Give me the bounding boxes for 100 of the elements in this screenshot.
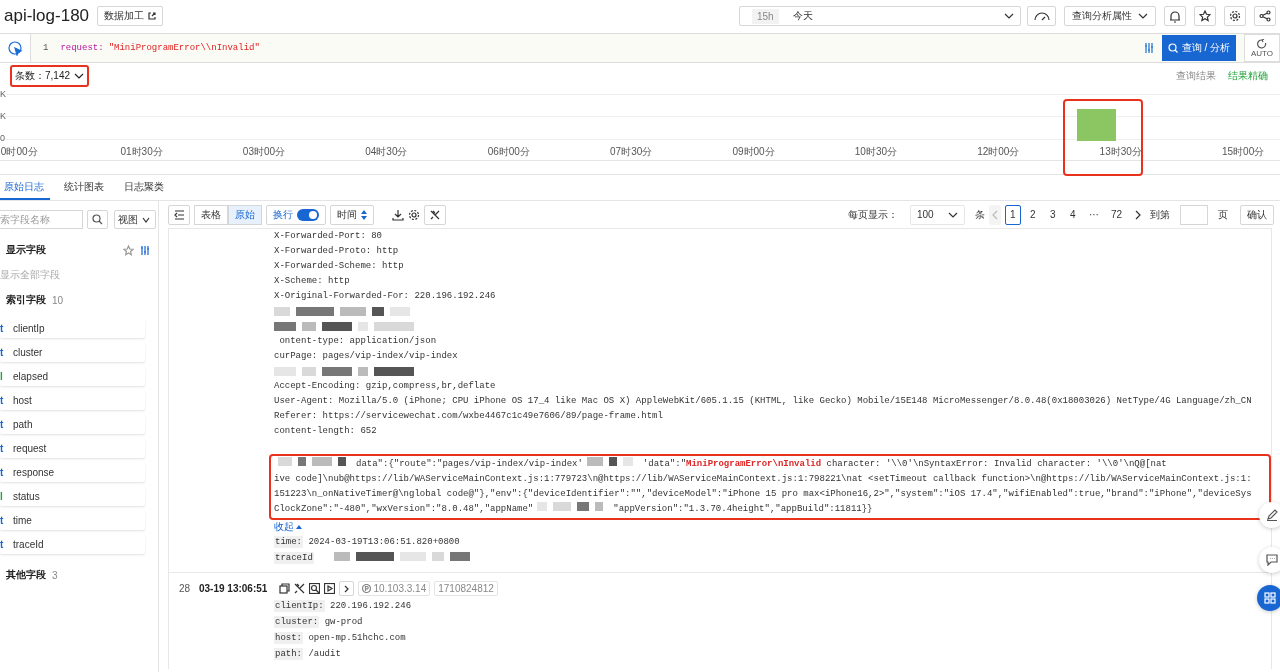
chevron-down-icon xyxy=(142,216,150,223)
page-button[interactable]: 1 xyxy=(1004,204,1021,225)
view-mode-button[interactable]: 表格 xyxy=(194,204,228,225)
view-select[interactable]: 视图 xyxy=(114,210,156,229)
gauge-icon xyxy=(1032,11,1051,21)
wrap-toggle[interactable]: 换行 xyxy=(266,204,326,225)
log-text: ClockZone":"-480","wxVersion":"8.0.48","appName" xyxy=(274,503,534,516)
collapse-link[interactable]: 收起 xyxy=(274,520,302,534)
log-line: X-Original-Forwarded-For: 220.196.192.246 xyxy=(274,290,496,303)
query-attributes-button[interactable]: 查询分析属性 xyxy=(1064,6,1156,26)
query-value: "MiniProgramError\\nInvalid" xyxy=(108,43,260,53)
page-button[interactable]: ··· xyxy=(1084,204,1103,225)
field-item[interactable]: t cluster xyxy=(0,342,145,362)
log-line: X-Forwarded-Port: 80 xyxy=(274,230,383,243)
tools-button[interactable] xyxy=(424,204,446,225)
log-line: X-Scheme: http xyxy=(274,275,350,288)
ip-text: 10.103.3.14 xyxy=(373,583,427,594)
collapse-sidebar-button[interactable] xyxy=(168,204,190,225)
tab[interactable]: 原始日志 xyxy=(0,179,50,200)
time-range-value: 今天 xyxy=(792,9,813,23)
field-value: open-mp.51hchc.com xyxy=(307,633,406,643)
star-icon xyxy=(1199,10,1211,22)
tab[interactable]: 统计图表 xyxy=(60,179,110,200)
page-size-select[interactable]: 100 xyxy=(909,204,965,225)
query-result-label: 查询结果 xyxy=(1176,69,1216,83)
field-key: time: xyxy=(274,536,303,548)
tab[interactable]: 日志聚类 xyxy=(120,179,170,200)
log-text: data":{"route":"pages/vip-index/vip-index' xyxy=(356,458,583,471)
alert-button[interactable] xyxy=(1164,6,1186,26)
share-button[interactable] xyxy=(1254,6,1276,26)
chat-icon xyxy=(1266,554,1278,566)
expand-button[interactable] xyxy=(339,581,355,596)
settings-button[interactable] xyxy=(1224,6,1246,26)
feedback-button[interactable] xyxy=(1259,547,1280,573)
copy-icon xyxy=(279,583,291,594)
axis-label: K xyxy=(0,89,6,99)
field-item[interactable]: t path xyxy=(0,414,145,434)
auto-refresh-button[interactable]: AUTO xyxy=(1244,34,1280,62)
sort-button[interactable]: 时间 xyxy=(330,204,374,225)
log-count[interactable]: 条数：7,142 xyxy=(10,65,90,87)
page-button[interactable]: 72 xyxy=(1106,204,1126,225)
page-button[interactable]: 4 xyxy=(1064,204,1081,225)
query-analyze-button[interactable]: 查询 / 分析 xyxy=(1162,35,1236,61)
page-unit-label: 页 xyxy=(1218,207,1228,222)
field-item[interactable]: t traceId xyxy=(0,534,145,554)
axis-label: 0时00分 xyxy=(0,146,38,157)
page-button[interactable]: 3 xyxy=(1044,204,1061,225)
apps-button[interactable] xyxy=(1257,585,1280,611)
chevron-down-icon xyxy=(74,73,85,79)
time-range-select[interactable]: 15h 今天 xyxy=(739,6,1021,26)
chevron-down-icon xyxy=(1004,13,1014,19)
field-key: clientIp: xyxy=(274,600,325,612)
field-search-input[interactable]: 索字段名称 xyxy=(0,210,83,229)
log-line: content-length: 652 xyxy=(274,425,377,438)
page-button[interactable]: 2 xyxy=(1024,204,1041,225)
field-item[interactable]: t request xyxy=(0,438,145,458)
gear-icon xyxy=(408,208,420,221)
field-item[interactable]: t response xyxy=(0,462,145,482)
unit-label: 条 xyxy=(974,207,985,222)
chevron-down-icon xyxy=(947,211,958,218)
caret-up-icon xyxy=(296,525,302,529)
log-line: X-Forwarded-Scheme: http xyxy=(274,260,404,273)
edit-button[interactable] xyxy=(1259,502,1280,528)
chevron-right-icon xyxy=(1135,209,1141,220)
speed-button[interactable] xyxy=(1027,6,1056,26)
section-title: 其他字段 xyxy=(6,568,46,582)
field-count: 3 xyxy=(52,569,58,581)
log-line: curPage: pages/vip-index/vip-index xyxy=(274,350,458,363)
page-input[interactable] xyxy=(1180,204,1208,225)
view-mode-button[interactable]: 原始 xyxy=(228,204,262,225)
log-text: "appVersion":"1.3.70.4height","appBuild":11811}} xyxy=(613,503,873,516)
share-icon xyxy=(1259,10,1271,22)
search-button[interactable] xyxy=(87,210,108,229)
histogram-bar xyxy=(1077,109,1116,141)
field-value: 220.196.192.246 xyxy=(329,601,412,611)
confirm-button[interactable]: 确认 xyxy=(1240,204,1274,225)
axis-label: K xyxy=(0,111,6,121)
field-item[interactable]: t host xyxy=(0,390,145,410)
log-line: Accept-Encoding: gzip,compress,br,deflate xyxy=(274,380,496,393)
log-text: ive code]\nub@https://lib/WAServiceMainContext.js:1:779723\n@https://lib/WAServiceMainContext.js:1:798221\nat <setTimeout callback function>\n@https://lib/WAServiceMainContext.js:1: xyxy=(274,473,1252,486)
field-item[interactable]: t clientIp xyxy=(0,318,145,338)
field-value: gw-prod xyxy=(323,617,363,627)
log-line: User-Agent: Mozilla/5.0 (iPhone; CPU iPhone OS 17_4 like Mac OS X) AppleWebKit/605.1.15 (KHTML, like Gecko) Mobile/15E148 MicroMessenger/8.0.48(0x18003026) NetType/4G Language/zh_CN xyxy=(274,395,1252,408)
favorite-button[interactable] xyxy=(1194,6,1216,26)
field-value: 2024-03-19T13:06:51.820+0800 xyxy=(307,537,460,547)
page-size-label: 每页显示： xyxy=(847,207,898,222)
section-title: 显示字段 xyxy=(6,243,46,257)
axis-label: 15时00分 xyxy=(1221,146,1265,157)
log-text: 151223\n_onNativeTimer@\nglobal code@"},"env":{"deviceIdentifier":"","deviceModel":"iPhone 15 pro max<iPhone16,2>","system":"iOS 17.4","wifiEnabled":true,"brand":"iPhone","deviceSys xyxy=(274,488,1252,501)
field-item[interactable]: l status xyxy=(0,486,145,506)
field-key: path: xyxy=(274,648,303,660)
play-box-icon xyxy=(324,583,336,594)
tools-icon xyxy=(294,583,306,594)
data-processing-button[interactable]: 数据加工 xyxy=(97,6,164,26)
entry-time: 03-19 13:06:51 xyxy=(199,583,268,594)
field-item[interactable]: l elapsed xyxy=(0,366,145,386)
axis-label: 13时30分 xyxy=(1099,146,1142,157)
log-text: 'data":"MiniProgramError\nInvalid character: '\\0'\nSyntaxError: Invalid character: '\\0'\nQ@[nat xyxy=(642,458,1167,471)
grid-icon xyxy=(1264,592,1276,604)
field-item[interactable]: t time xyxy=(0,510,145,530)
